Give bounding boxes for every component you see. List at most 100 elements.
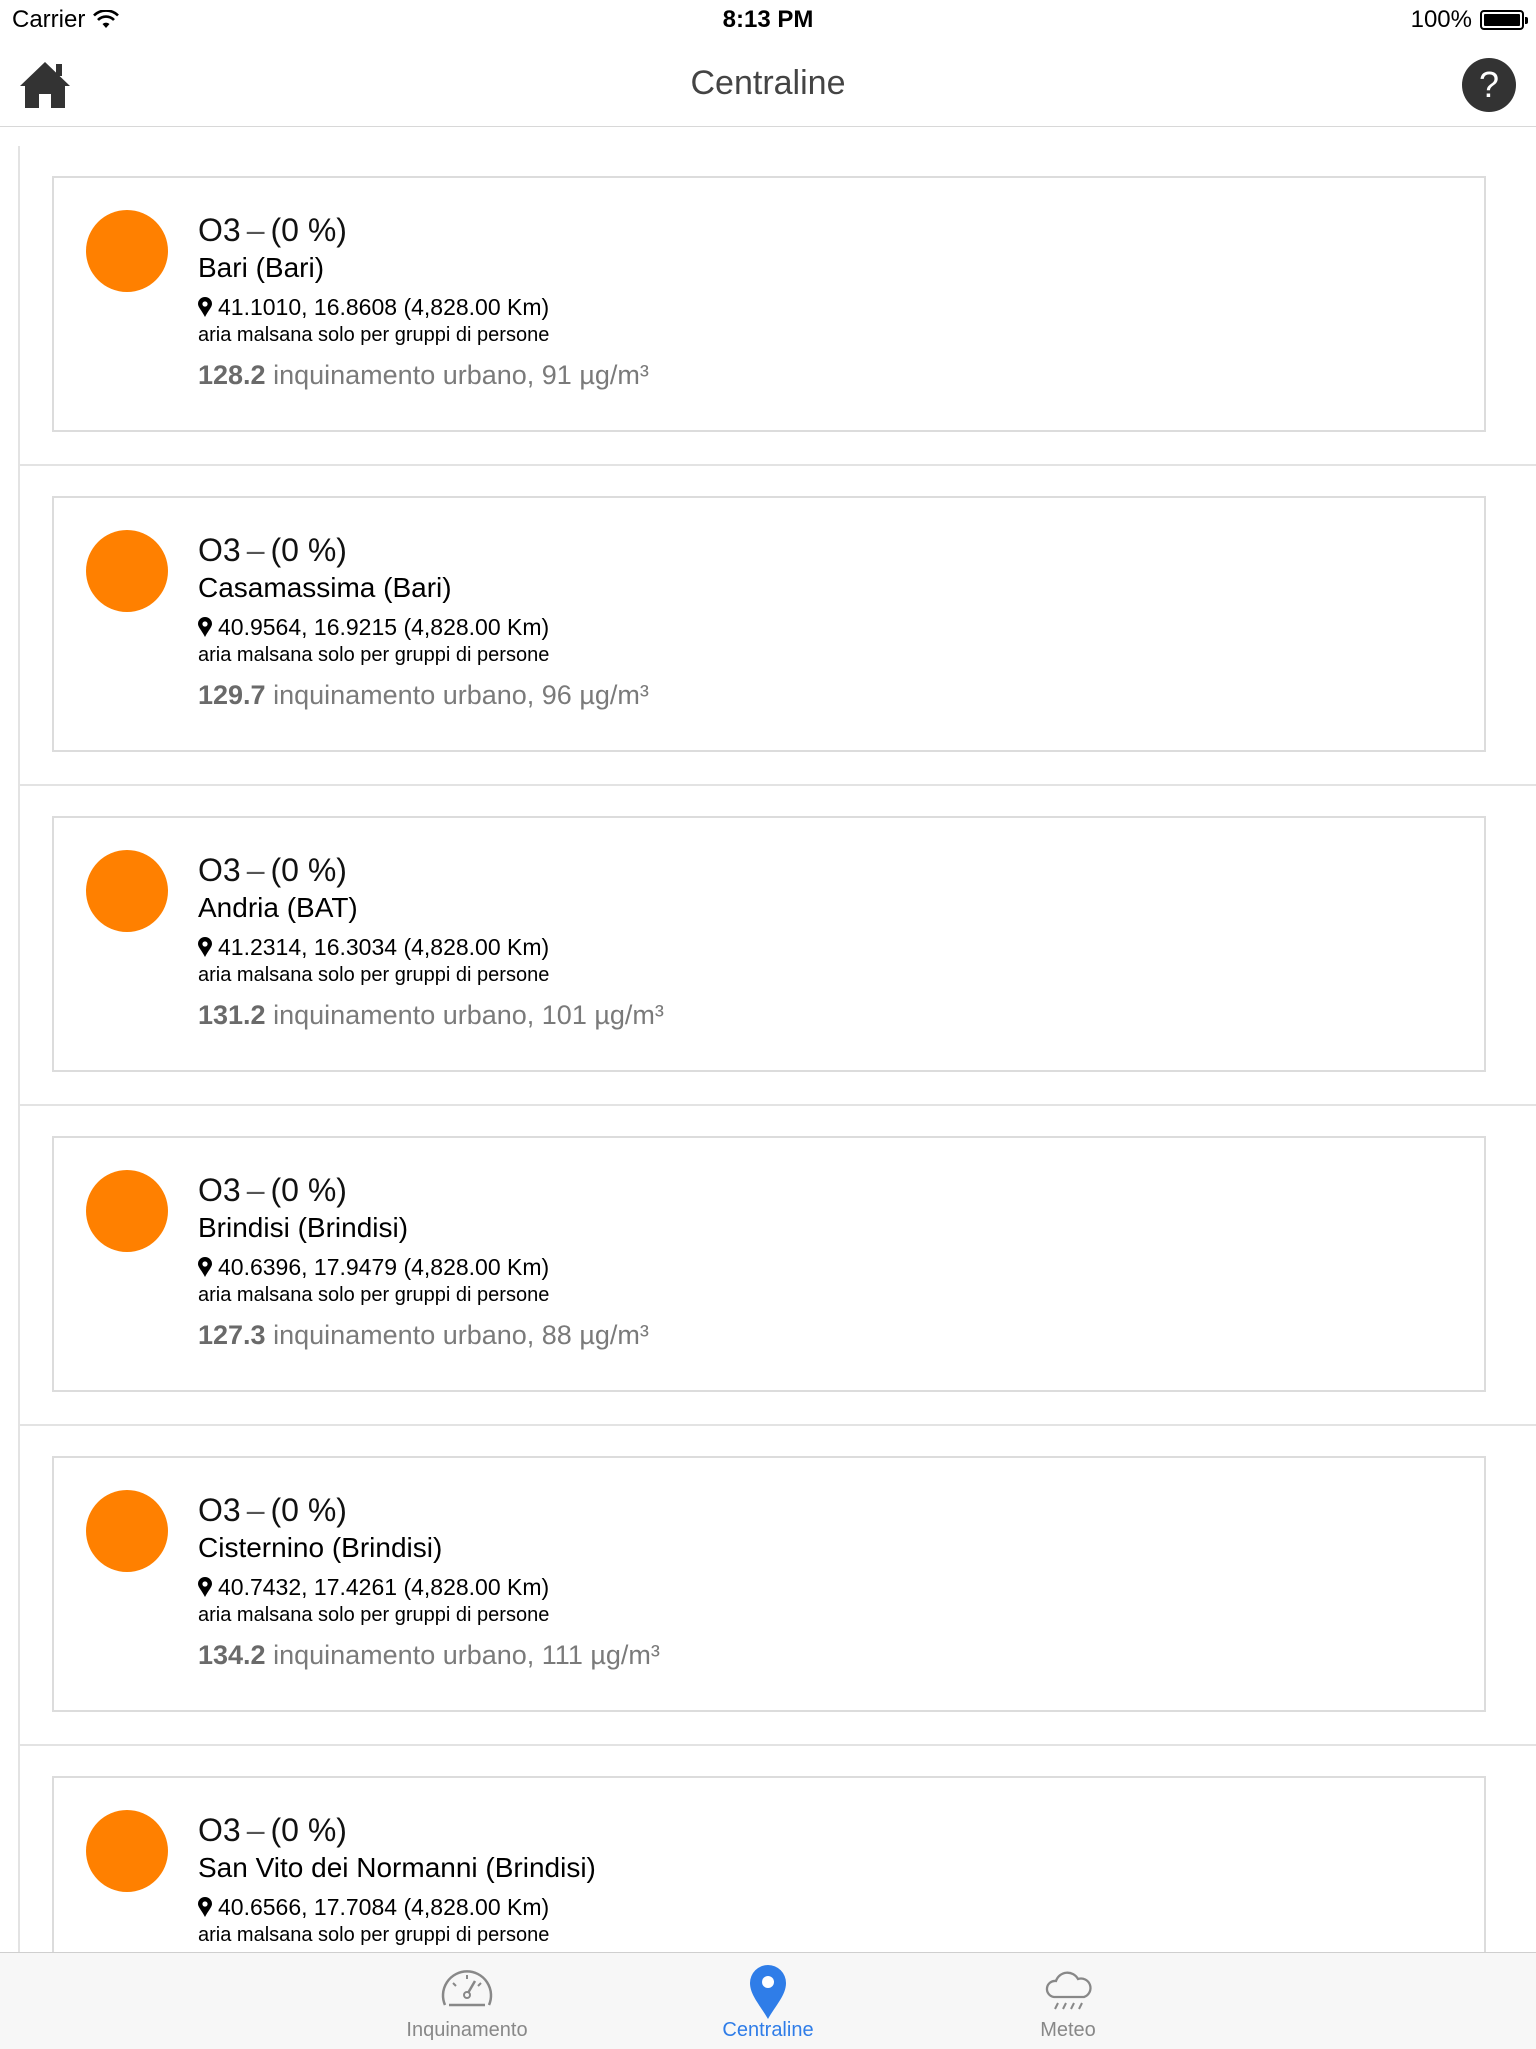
aqi-value: 131.2 (198, 1000, 266, 1030)
aqi-status-dot (86, 1490, 168, 1572)
air-quality-description: aria malsana solo per gruppi di persone (198, 1604, 550, 1626)
station-card[interactable]: O3– (0 %) Cisternino (Brindisi) 40.7432, … (52, 1456, 1486, 1712)
pollution-reading: 129.7 inquinamento urbano, 96 µg/m³ (198, 680, 649, 716)
station-name: Casamassima (Bari) (198, 572, 452, 603)
pollutant-name: O3 (198, 1812, 241, 1848)
station-card[interactable]: O3– (0 %) Casamassima (Bari) 40.9564, 16.… (52, 496, 1486, 752)
station-row[interactable]: O3– (0 %) Brindisi (Brindisi) 40.6396, 17… (20, 1106, 1536, 1426)
pollutant-line: O3– (0 %) (198, 1492, 660, 1532)
station-coordinates: 40.7432, 17.4261 (4,828.00 Km) (218, 1573, 550, 1600)
separator-dash: – (246, 1812, 265, 1848)
tab-inquinamento[interactable]: Inquinamento (367, 1953, 567, 2049)
pollutant-percent: (0 %) (270, 212, 347, 248)
station-coordinates: 40.6396, 17.9479 (4,828.00 Km) (218, 1253, 550, 1280)
battery-indicator: 100% (1410, 6, 1528, 34)
station-info: O3– (0 %) Cisternino (Brindisi) 40.7432, … (198, 1492, 660, 1676)
station-location: 40.6566, 17.7084 (4,828.00 Km) (198, 1890, 596, 1924)
navigation-bar: Centraline ? (0, 40, 1536, 127)
station-info: O3– (0 %) Bari (Bari) 41.1010, 16.8608 (4… (198, 212, 649, 396)
station-info: O3– (0 %) Andria (BAT) 41.2314, 16.3034 (… (198, 852, 664, 1036)
air-quality-description: aria malsana solo per gruppi di persone (198, 1284, 550, 1306)
station-row[interactable]: O3– (0 %) Bari (Bari) 41.1010, 16.8608 (4… (20, 146, 1536, 466)
location-pin-icon (198, 937, 212, 957)
pollutant-name: O3 (198, 212, 241, 248)
aqi-value: 127.3 (198, 1320, 266, 1350)
aqi-value: 128.2 (198, 360, 266, 390)
pollution-detail: inquinamento urbano, 96 µg/m³ (273, 680, 649, 710)
station-location: 41.1010, 16.8608 (4,828.00 Km) (198, 290, 649, 324)
separator-dash: – (246, 212, 265, 248)
air-quality-description: aria malsana solo per gruppi di persone (198, 964, 550, 986)
station-row[interactable]: O3– (0 %) Cisternino (Brindisi) 40.7432, … (20, 1426, 1536, 1746)
status-bar: Carrier 8:13 PM 100% (0, 0, 1536, 40)
aqi-value: 129.7 (198, 680, 266, 710)
location-pin-icon (198, 1257, 212, 1277)
pollution-reading: 128.2 inquinamento urbano, 91 µg/m³ (198, 360, 649, 396)
aqi-status-dot (86, 1170, 168, 1252)
station-coordinates: 41.2314, 16.3034 (4,828.00 Km) (218, 933, 550, 960)
station-row[interactable]: O3– (0 %) Casamassima (Bari) 40.9564, 16.… (20, 466, 1536, 786)
separator-dash: – (246, 532, 265, 568)
tab-label: Inquinamento (406, 2019, 528, 2041)
battery-percent: 100% (1410, 6, 1472, 33)
pollutant-name: O3 (198, 852, 241, 888)
tab-bar: Inquinamento Centraline Meteo (0, 1952, 1536, 2049)
aqi-status-dot (86, 1810, 168, 1892)
help-button[interactable]: ? (1462, 58, 1516, 112)
pollutant-percent: (0 %) (270, 1492, 347, 1528)
pollutant-name: O3 (198, 1492, 241, 1528)
station-name: Cisternino (Brindisi) (198, 1532, 443, 1563)
pollutant-line: O3– (0 %) (198, 212, 649, 252)
station-card[interactable]: O3– (0 %) San Vito dei Normanni (Brindisi… (52, 1776, 1486, 1952)
station-location: 40.6396, 17.9479 (4,828.00 Km) (198, 1250, 649, 1284)
pollution-detail: inquinamento urbano, 111 µg/m³ (273, 1640, 660, 1670)
pollutant-percent: (0 %) (270, 532, 347, 568)
station-coordinates: 41.1010, 16.8608 (4,828.00 Km) (218, 293, 550, 320)
station-name: Brindisi (Brindisi) (198, 1212, 409, 1243)
pollution-reading: 127.3 inquinamento urbano, 88 µg/m³ (198, 1320, 649, 1356)
tab-meteo[interactable]: Meteo (968, 1953, 1168, 2049)
station-info: O3– (0 %) San Vito dei Normanni (Brindisi… (198, 1812, 596, 1952)
separator-dash: – (246, 852, 265, 888)
station-list[interactable]: O3– (0 %) Bari (Bari) 41.1010, 16.8608 (4… (18, 146, 1536, 1952)
pollutant-percent: (0 %) (270, 852, 347, 888)
station-location: 40.7432, 17.4261 (4,828.00 Km) (198, 1570, 660, 1604)
station-name: Andria (BAT) (198, 892, 358, 923)
pollutant-line: O3– (0 %) (198, 1172, 649, 1212)
station-name: Bari (Bari) (198, 252, 325, 283)
map-pin-icon (750, 1965, 786, 2019)
station-info: O3– (0 %) Casamassima (Bari) 40.9564, 16.… (198, 532, 649, 716)
pollutant-name: O3 (198, 532, 241, 568)
pollution-detail: inquinamento urbano, 91 µg/m³ (273, 360, 649, 390)
tab-label: Centraline (722, 2019, 814, 2041)
station-row[interactable]: O3– (0 %) Andria (BAT) 41.2314, 16.3034 (… (20, 786, 1536, 1106)
station-name: San Vito dei Normanni (Brindisi) (198, 1852, 596, 1883)
location-pin-icon (198, 297, 212, 317)
pollutant-percent: (0 %) (270, 1172, 347, 1208)
station-info: O3– (0 %) Brindisi (Brindisi) 40.6396, 17… (198, 1172, 649, 1356)
aqi-status-dot (86, 850, 168, 932)
station-coordinates: 40.9564, 16.9215 (4,828.00 Km) (218, 613, 550, 640)
separator-dash: – (246, 1172, 265, 1208)
pollutant-name: O3 (198, 1172, 241, 1208)
pollution-reading: 134.2 inquinamento urbano, 111 µg/m³ (198, 1640, 660, 1676)
pollution-reading: 131.2 inquinamento urbano, 101 µg/m³ (198, 1000, 664, 1036)
station-location: 40.9564, 16.9215 (4,828.00 Km) (198, 610, 649, 644)
pollutant-line: O3– (0 %) (198, 532, 649, 572)
air-quality-description: aria malsana solo per gruppi di persone (198, 324, 550, 346)
station-card[interactable]: O3– (0 %) Andria (BAT) 41.2314, 16.3034 (… (52, 816, 1486, 1072)
station-card[interactable]: O3– (0 %) Brindisi (Brindisi) 40.6396, 17… (52, 1136, 1486, 1392)
station-row[interactable]: O3– (0 %) San Vito dei Normanni (Brindisi… (20, 1746, 1536, 1952)
station-card[interactable]: O3– (0 %) Bari (Bari) 41.1010, 16.8608 (4… (52, 176, 1486, 432)
page-title: Centraline (690, 64, 846, 102)
location-pin-icon (198, 617, 212, 637)
separator-dash: – (246, 1492, 265, 1528)
aqi-status-dot (86, 210, 168, 292)
tab-centraline[interactable]: Centraline (668, 1953, 868, 2049)
speedometer-icon (441, 1970, 493, 2007)
pollutant-percent: (0 %) (270, 1812, 347, 1848)
station-coordinates: 40.6566, 17.7084 (4,828.00 Km) (218, 1893, 550, 1920)
station-location: 41.2314, 16.3034 (4,828.00 Km) (198, 930, 664, 964)
pollutant-line: O3– (0 %) (198, 1812, 596, 1852)
air-quality-description: aria malsana solo per gruppi di persone (198, 644, 550, 666)
